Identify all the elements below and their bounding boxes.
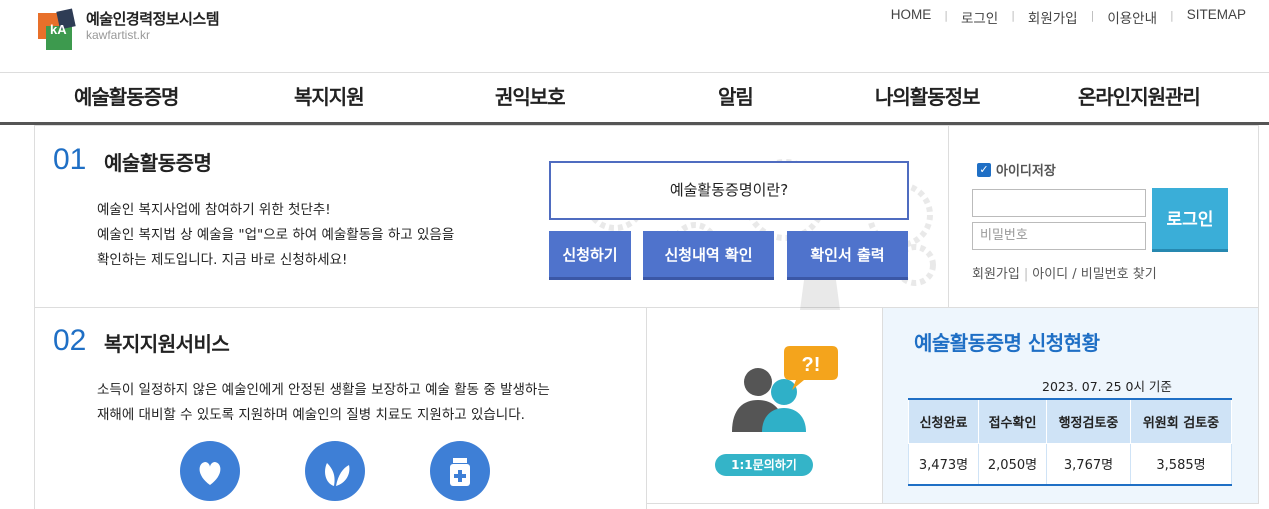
nav-art-certification[interactable]: 예술활동증명 <box>74 81 179 110</box>
id-input[interactable] <box>972 189 1146 217</box>
table-cell: 3,473명 <box>908 442 979 486</box>
table-header: 신청완료 <box>908 398 979 444</box>
remember-id-label: 아이디저장 <box>996 164 1056 179</box>
join-link[interactable]: 회원가입 <box>972 267 1020 282</box>
section-title: 복지지원서비스 <box>104 332 230 356</box>
site-header: kA 예술인경력정보시스템 kawfartist.kr HOME | 로그인 |… <box>0 0 1269 72</box>
section-description: 예술인 복지사업에 참여하기 위한 첫단추! 예술인 복지법 상 예술을 "업"… <box>97 202 455 268</box>
remember-id-checkbox[interactable]: ✓ <box>977 162 991 177</box>
inquiry-button[interactable]: 1:1문의하기 <box>715 454 813 476</box>
table-header: 접수확인 <box>978 398 1047 444</box>
logo-subtitle: kawfartist.kr <box>86 28 151 42</box>
logo-mark: kA <box>38 8 78 52</box>
login-link[interactable]: 로그인 <box>948 7 1011 27</box>
nav-notice[interactable]: 알림 <box>718 81 754 110</box>
stats-table: 신청완료 접수확인 행정검토중 위원회 검토중 3,473명 2,050명 3,… <box>908 398 1232 486</box>
password-input[interactable]: 비밀번호 <box>972 222 1146 250</box>
remember-id-row[interactable]: ✓ 아이디저장 <box>977 160 1056 179</box>
divider: | <box>1023 267 1029 282</box>
guide-link[interactable]: 이용안내 <box>1094 7 1170 27</box>
utility-nav: HOME | 로그인 | 회원가입 | 이용안내 | SITEMAP <box>878 7 1259 27</box>
table-cell: 3,767명 <box>1046 442 1131 486</box>
section-description: 소득이 일정하지 않은 예술인에게 안정된 생활을 보장하고 예술 활동 중 발… <box>97 382 550 423</box>
section-number: 02 <box>53 324 87 357</box>
apply-button[interactable]: 신청하기 <box>549 231 631 280</box>
print-certificate-button[interactable]: 확인서 출력 <box>787 231 908 280</box>
nav-my-activity[interactable]: 나의활동정보 <box>875 81 980 110</box>
table-cell: 2,050명 <box>978 442 1047 486</box>
inquiry-people-icon: ?! <box>732 346 838 432</box>
section-title: 예술활동증명 <box>104 151 212 175</box>
login-links: 회원가입 | 아이디 / 비밀번호 찾기 <box>972 263 1157 282</box>
inquiry-badge-text: ?! <box>802 354 821 376</box>
nav-welfare[interactable]: 복지지원 <box>294 81 365 110</box>
stats-title: 예술활동증명 신청현황 <box>914 331 1100 355</box>
application-history-button[interactable]: 신청내역 확인 <box>643 231 774 280</box>
home-link[interactable]: HOME <box>878 7 945 27</box>
table-header: 행정검토중 <box>1046 398 1131 444</box>
medicine-icon[interactable] <box>430 441 490 501</box>
table-header-row: 신청완료 접수확인 행정검토중 위원회 검토중 <box>908 398 1232 444</box>
stats-date: 2023. 07. 25 0시 기준 <box>1042 379 1172 394</box>
nav-online-support[interactable]: 온라인지원관리 <box>1078 81 1201 110</box>
table-row: 3,473명 2,050명 3,767명 3,585명 <box>908 442 1232 486</box>
site-logo[interactable]: kA 예술인경력정보시스템 kawfartist.kr <box>38 8 220 52</box>
logo-mark-text: kA <box>50 22 67 37</box>
main-nav: 예술활동증명 복지지원 권익보호 알림 나의활동정보 온라인지원관리 <box>0 72 1269 125</box>
find-account-link[interactable]: 아이디 / 비밀번호 찾기 <box>1032 267 1156 282</box>
nav-rights[interactable]: 권익보호 <box>495 81 566 110</box>
table-cell: 3,585명 <box>1130 442 1232 486</box>
join-link[interactable]: 회원가입 <box>1015 7 1091 27</box>
section-number: 01 <box>53 143 87 176</box>
logo-title: 예술인경력정보시스템 <box>86 10 220 28</box>
what-is-certification-button[interactable]: 예술활동증명이란? <box>549 161 909 220</box>
table-header: 위원회 검토중 <box>1130 398 1232 444</box>
login-button[interactable]: 로그인 <box>1152 188 1228 252</box>
leaf-icon[interactable] <box>305 441 365 501</box>
heart-icon[interactable] <box>180 441 240 501</box>
sitemap-link[interactable]: SITEMAP <box>1174 7 1259 27</box>
